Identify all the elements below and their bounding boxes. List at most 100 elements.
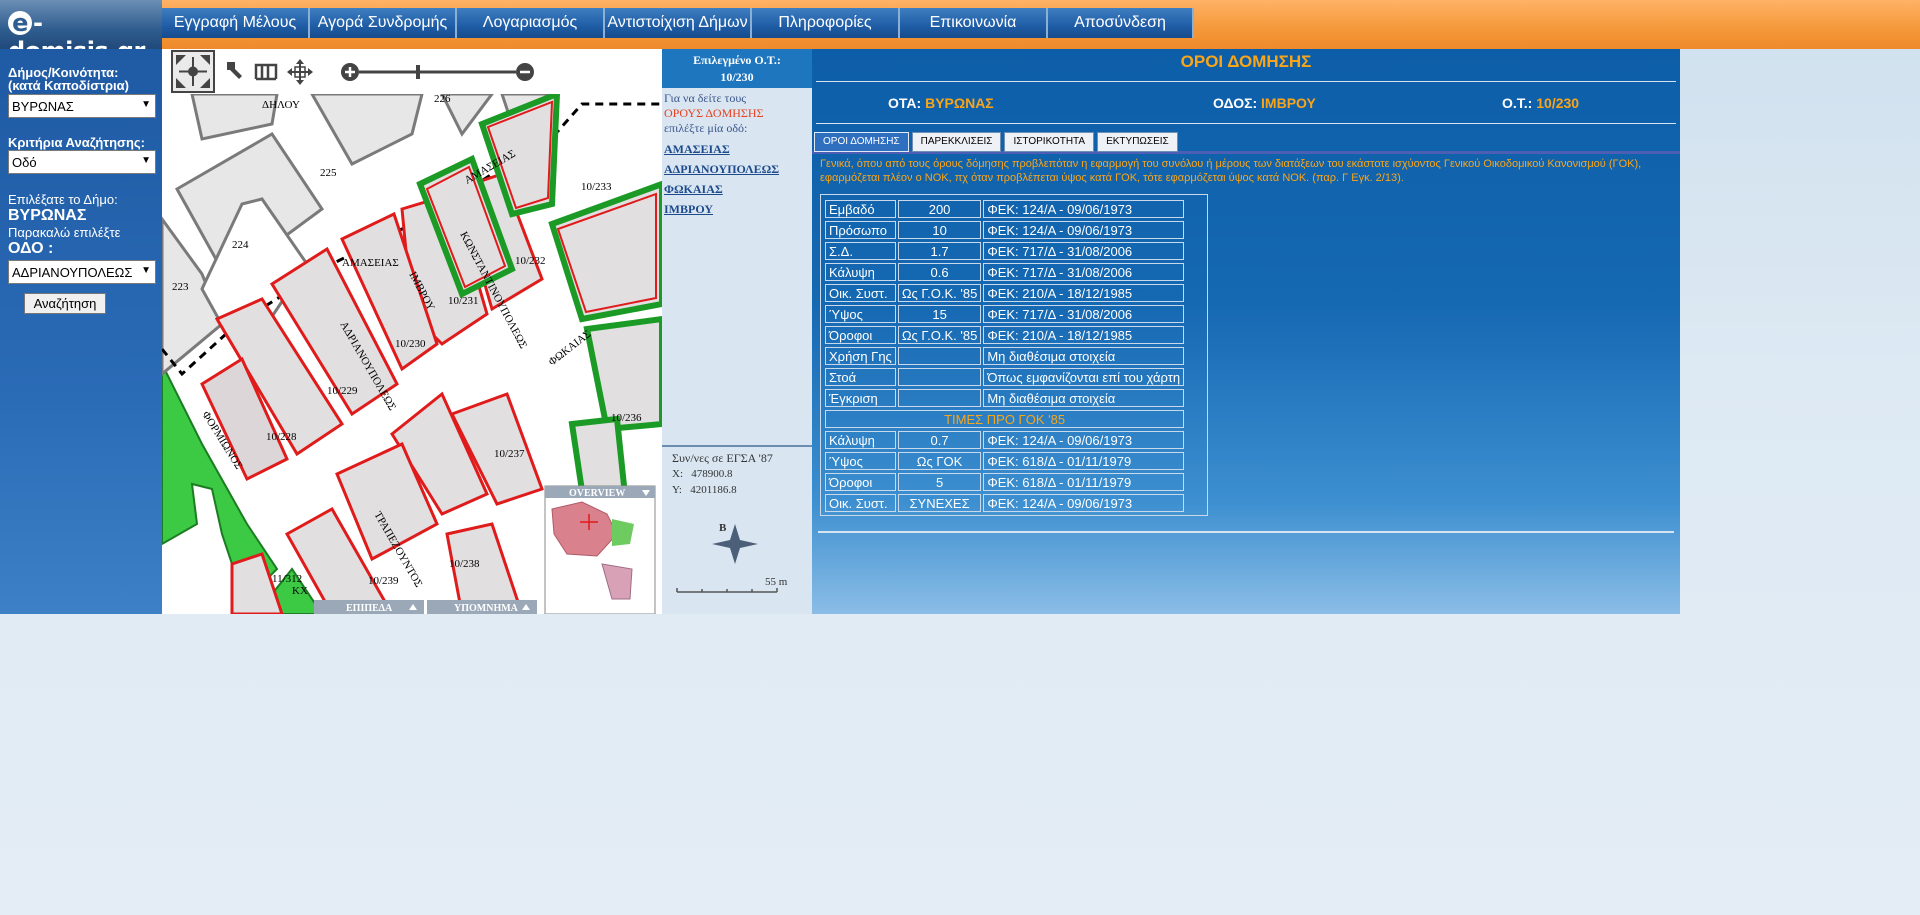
tab-3[interactable]: ΕΚΤΥΠΩΣΕΙΣ [1097, 132, 1178, 152]
street-link[interactable]: ΦΩΚΑΙΑΣ [664, 179, 812, 199]
term-value: 15 [897, 305, 982, 323]
term-source: ΦΕΚ: 210/Α - 18/12/1985 [983, 326, 1185, 344]
term-value: Ως ΓΟΚ [897, 452, 982, 470]
chevron-down-icon: ▼ [141, 265, 151, 276]
compass-scale: Β 55 m [676, 522, 788, 593]
municipality-select[interactable]: ΒΥΡΩΝΑΣ ▼ [8, 94, 156, 118]
term-source: Μη διαθέσιμα στοιχεία [983, 347, 1185, 365]
table-row: Κάλυψη 0.6 ΦΕΚ: 717/Δ - 31/08/2006 [825, 263, 1185, 281]
top-bar: e-domisis.gr Εγγραφή ΜέλουςΑγορά Συνδρομ… [0, 0, 1920, 65]
term-name: Κάλυψη [825, 431, 896, 449]
layers-tab-label: ΕΠΙΠΕΔΑ [346, 603, 393, 614]
term-value: 0.7 [897, 431, 982, 449]
criteria-select[interactable]: Οδό ▼ [8, 150, 156, 174]
block-info-panel: Επιλεγμένο Ο.Τ.: 10/230 Για να δείτε του… [662, 49, 812, 614]
building-terms-panel: ΟΡΟΙ ΔΟΜΗΣΗΣ ΟΤΑ: ΒΥΡΩΝΑΣ ΟΔΟΣ: ΙΜΒΡΟΥ Ο… [812, 49, 1680, 614]
street-link[interactable]: ΑΔΡΙΑΝΟΥΠΟΛΕΩΣ [664, 159, 812, 179]
measure-icon[interactable] [254, 63, 278, 81]
chevron-down-icon: ▼ [141, 155, 151, 166]
table-row: Ύψος Ως ΓΟΚ ΦΕΚ: 618/Δ - 01/11/1979 [825, 452, 1185, 470]
chevron-down-icon: ▼ [141, 99, 151, 110]
table-row: Οικ. Συστ. ΣΥΝΕΧΕΣ ΦΕΚ: 124/Α - 09/06/1973 [825, 494, 1185, 512]
street-label: ΟΔΟ : [8, 240, 54, 257]
zoom-out-icon[interactable] [516, 63, 534, 81]
term-source: Μη διαθέσιμα στοιχεία [983, 389, 1185, 407]
zoom-in-icon[interactable] [341, 63, 359, 81]
street-links: ΑΜΑΣΕΙΑΣ ΑΔΡΙΑΝΟΥΠΟΛΕΩΣ ΦΩΚΑΙΑΣ ΙΜΒΡΟΥ [662, 139, 812, 219]
table-row: Έγκριση Μη διαθέσιμα στοιχεία [825, 389, 1185, 407]
term-name: Ύψος [825, 452, 896, 470]
ot-field: Ο.Τ.: 10/230 [1502, 94, 1580, 111]
term-source: ΦΕΚ: 124/Α - 09/06/1973 [983, 200, 1185, 218]
street-link[interactable]: ΙΜΒΡΟΥ [664, 199, 812, 219]
x-coordinate: X: 478900.8 [672, 468, 733, 480]
map-canvas[interactable]: ΔΗΛΟΥ 226 225 224 223 ΑΜΑΣΕΙΑΣ ΑΜΑΣΕΙΑΣ … [162, 94, 662, 614]
table-subheader-row: ΤΙΜΕΣ ΠΡΟ ΓΟΚ '85 [825, 410, 1185, 428]
tab-2[interactable]: ΙΣΤΟΡΙΚΟΤΗΤΑ [1004, 132, 1095, 152]
terms-table: Εμβαδό 200 ΦΕΚ: 124/Α - 09/06/1973 Πρόσωπο 1… [820, 194, 1208, 516]
street-select[interactable]: ΑΔΡΙΑΝΟΥΠΟΛΕΩΣ ▼ [8, 260, 156, 284]
block-label-11-312: 11/312 [272, 573, 302, 585]
term-name: Σ.Δ. [825, 242, 896, 260]
block-label-223: 223 [172, 281, 189, 293]
tab-0[interactable]: ΟΡΟΙ ΔΟΜΗΣΗΣ [814, 132, 909, 152]
pre-gok-header: ΤΙΜΕΣ ΠΡΟ ΓΟΚ '85 [825, 410, 1185, 428]
block-label-224: 224 [232, 239, 249, 251]
site-logo[interactable]: e-domisis.gr [0, 0, 162, 65]
block-label-10-236: 10/236 [611, 412, 642, 424]
term-value: 1.7 [897, 242, 982, 260]
table-row: Κάλυψη 0.7 ΦΕΚ: 124/Α - 09/06/1973 [825, 431, 1185, 449]
nav-item-0[interactable]: Εγγραφή Μέλους [162, 8, 310, 38]
term-name: Κάλυψη [825, 263, 896, 281]
nav-item-2[interactable]: Λογαριασμός [457, 8, 605, 38]
term-name: Πρόσωπο [825, 221, 896, 239]
term-name: Ύψος [825, 305, 896, 323]
term-name: Όροφοι [825, 473, 896, 491]
term-source: ΦΕΚ: 618/Δ - 01/11/1979 [983, 473, 1185, 491]
nav-item-3[interactable]: Αντιστοίχιση Δήμων [605, 8, 752, 38]
table-row: Στοά Όπως εμφανίζονται επί του χάρτη [825, 368, 1185, 386]
choose-municipality-text: Επιλέξατε το Δήμο: [8, 192, 118, 207]
location-summary: ΟΤΑ: ΒΥΡΩΝΑΣ ΟΔΟΣ: ΙΜΒΡΟΥ Ο.Τ.: 10/230 [816, 82, 1676, 124]
term-name: Έγκριση [825, 389, 896, 407]
term-source: ΦΕΚ: 124/Α - 09/06/1973 [983, 431, 1185, 449]
tab-1[interactable]: ΠΑΡΕΚΚΛΙΣΕΙΣ [911, 132, 1002, 152]
block-label-225: 225 [320, 167, 337, 179]
term-name: Εμβαδό [825, 200, 896, 218]
y-coordinate: Y: 4201186.8 [672, 484, 737, 496]
term-source: ΦΕΚ: 210/Α - 18/12/1985 [983, 284, 1185, 302]
term-name: Χρήση Γης [825, 347, 896, 365]
overview-label: OVERVIEW [569, 488, 625, 499]
nav-item-6[interactable]: Αποσύνδεση [1048, 8, 1194, 38]
term-source: ΦΕΚ: 124/Α - 09/06/1973 [983, 494, 1185, 512]
table-row: Σ.Δ. 1.7 ΦΕΚ: 717/Δ - 31/08/2006 [825, 242, 1185, 260]
nav-item-5[interactable]: Επικοινωνία [900, 8, 1048, 38]
street-link[interactable]: ΑΜΑΣΕΙΑΣ [664, 139, 812, 159]
full-extent-icon[interactable] [171, 50, 215, 93]
overview-map[interactable]: OVERVIEW [544, 485, 656, 614]
chosen-municipality: ΒΥΡΩΝΑΣ [8, 207, 87, 224]
nav-item-1[interactable]: Αγορά Συνδρομής [310, 8, 457, 38]
term-value: 10 [897, 221, 982, 239]
pan-icon[interactable] [287, 59, 313, 85]
divider [818, 531, 1674, 533]
zoom-slider-handle[interactable] [416, 65, 420, 79]
block-label-226: 226 [434, 94, 451, 105]
cadastral-map: ΔΗΛΟΥ 226 225 224 223 ΑΜΑΣΕΙΑΣ ΑΜΑΣΕΙΑΣ … [162, 94, 662, 614]
block-label-10-232: 10/232 [515, 255, 546, 267]
block-label-10-228: 10/228 [266, 431, 297, 443]
municipality-sublabel: (κατά Καποδίστρια) [8, 78, 129, 93]
term-value: Ως Γ.Ο.Κ. '85 [897, 326, 982, 344]
term-source: Όπως εμφανίζονται επί του χάρτη [983, 368, 1185, 386]
search-button[interactable]: Αναζήτηση [24, 293, 106, 314]
legend-tab-label: ΥΠΟΜΝΗΜΑ [454, 603, 519, 614]
scale-bar [676, 588, 778, 593]
block-label-kx: ΚΧ [292, 585, 308, 597]
zoom-box-icon[interactable] [226, 61, 246, 81]
table-row: Όροφοι Ως Γ.Ο.Κ. '85 ΦΕΚ: 210/Α - 18/12/19… [825, 326, 1185, 344]
selected-block-label: Επιλεγμένο Ο.Τ.: [693, 53, 781, 67]
term-source: ΦΕΚ: 124/Α - 09/06/1973 [983, 221, 1185, 239]
coordinates-label: Συν/νες σε ΕΓΣΑ '87 [672, 451, 773, 465]
selected-block-header: Επιλεγμένο Ο.Τ.: 10/230 [662, 49, 812, 88]
nav-item-4[interactable]: Πληροφορίες [752, 8, 900, 38]
